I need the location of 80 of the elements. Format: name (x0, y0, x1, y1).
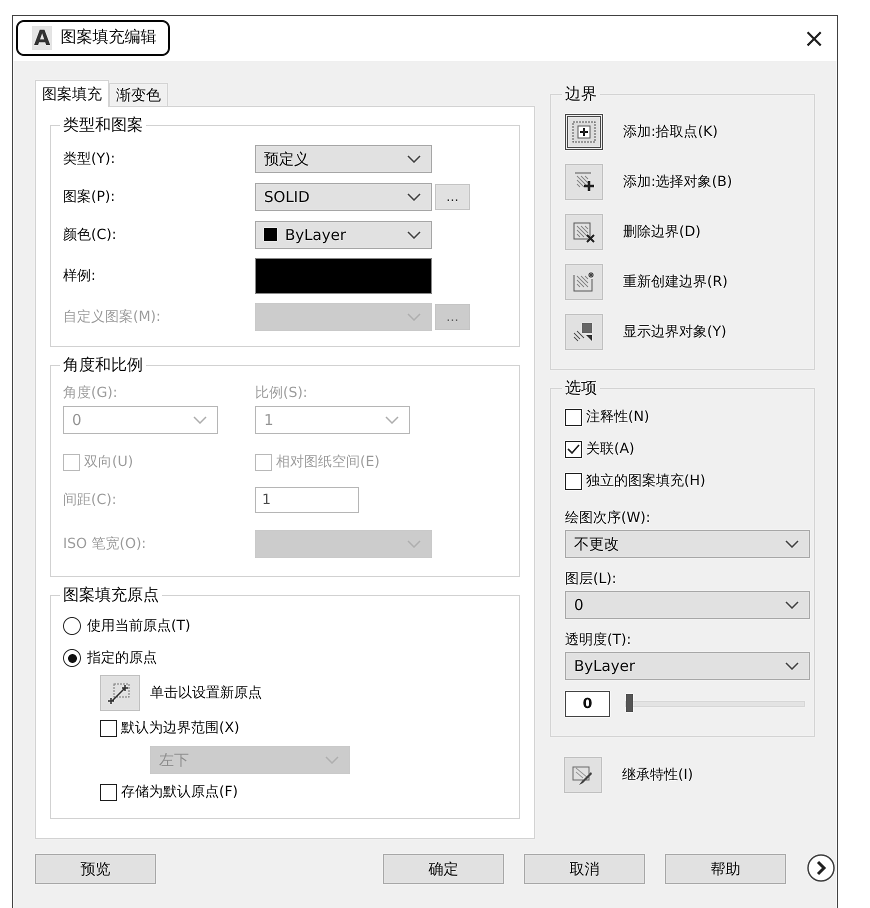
chevron-down-icon (785, 662, 799, 670)
group-title: 类型和图案 (62, 115, 144, 136)
checkbox[interactable] (565, 408, 582, 426)
field-label: 比例(S): (255, 384, 309, 403)
chevron-down-icon (785, 540, 799, 548)
chevron-down-icon (407, 540, 421, 548)
radio-label: 使用当前原点(T) (87, 617, 190, 635)
dialog-button[interactable]: 确定 (383, 854, 504, 884)
app-logo: A (32, 26, 52, 50)
radio-label: 指定的原点 (87, 649, 157, 667)
chevron-down-icon (193, 416, 207, 424)
color-dropdown[interactable]: ByLayer (255, 221, 432, 249)
chevron-down-icon (407, 155, 421, 163)
inherit-button[interactable] (564, 757, 602, 793)
field-label: 绘图次序(W): (565, 509, 652, 528)
chevron-down-icon (385, 416, 399, 424)
button-caption: 显示边界对象(Y) (623, 323, 726, 341)
brush-icon (571, 764, 595, 786)
field-label: 透明度(T): (565, 631, 632, 650)
checkbox[interactable] (100, 784, 117, 800)
checkbox[interactable] (565, 472, 582, 490)
dialog-button[interactable]: 取消 (524, 854, 645, 884)
close-button[interactable]: × (795, 24, 833, 54)
browse-button[interactable]: ... (435, 184, 470, 210)
slider-thumb[interactable] (626, 694, 633, 712)
boundary-tool-button[interactable] (565, 164, 603, 200)
tab[interactable]: 渐变色 (109, 83, 168, 106)
boundary-tool-button[interactable] (565, 214, 603, 250)
chevron-down-icon (407, 231, 421, 239)
checkbox-label: 双向(U) (84, 453, 134, 471)
set-origin-button[interactable] (100, 675, 140, 711)
group-title: 角度和比例 (62, 355, 144, 376)
button-caption: 添加:拾取点(K) (623, 123, 718, 141)
dropdown[interactable]: 预定义 (255, 145, 432, 173)
checkbox-label: 默认为边界范围(X) (121, 719, 240, 737)
group-title: 图案填充原点 (62, 585, 160, 606)
checkbox-label: 注释性(N) (586, 408, 650, 426)
chevron-down-icon (407, 193, 421, 201)
checkbox-label: 存储为默认原点(F) (121, 783, 238, 801)
checkbox[interactable] (565, 440, 582, 458)
field-label: 类型(Y): (63, 150, 116, 168)
checkbox-label: 关联(A) (586, 440, 635, 458)
pick-point-icon (572, 121, 596, 143)
window-title: 图案填充编辑 (60, 27, 156, 48)
field-label: 角度(G): (63, 384, 118, 403)
field-label: ISO 笔宽(O): (63, 535, 148, 554)
hatch-remove-icon (572, 221, 596, 243)
crosshair-icon (108, 682, 132, 704)
input-field[interactable]: 0 (565, 691, 610, 717)
field-label: 样例: (63, 267, 97, 285)
boundary-tool-button[interactable] (565, 114, 603, 150)
checkbox-label: 相对图纸空间(E) (276, 453, 380, 471)
button-caption: 单击以设置新原点 (150, 684, 262, 702)
dropdown[interactable]: 0 (565, 591, 810, 619)
group-title: 选项 (564, 378, 598, 399)
button-caption: 添加:选择对象(B) (623, 173, 732, 191)
field-label: 图案(P): (63, 188, 116, 206)
field-label: 自定义图案(M): (63, 308, 162, 326)
hatch-plus-icon (572, 171, 596, 193)
dropdown[interactable]: SOLID (255, 183, 432, 211)
field-label: 图层(L): (565, 570, 618, 589)
button-caption: 继承特性(I) (622, 766, 694, 784)
field-label: 颜色(C): (63, 226, 118, 244)
tab[interactable]: 图案填充 (35, 80, 109, 107)
radio-button[interactable] (63, 617, 81, 635)
hatch-star-icon (572, 271, 596, 293)
group-title: 边界 (564, 84, 598, 105)
chevron-down-icon (407, 313, 421, 321)
button-caption: 删除边界(D) (623, 223, 701, 241)
field-label: 间距(C): (63, 491, 118, 510)
dropdown[interactable]: 不更改 (565, 530, 810, 558)
checkbox-label: 独立的图案填充(H) (586, 472, 706, 490)
dialog-button[interactable]: 帮助 (665, 854, 786, 884)
dialog-button[interactable]: 预览 (35, 854, 156, 884)
dropdown[interactable]: ByLayer (565, 652, 810, 680)
chevron-down-icon (325, 756, 339, 764)
radio-button[interactable] (63, 649, 81, 667)
button-caption: 重新创建边界(R) (623, 273, 728, 291)
checkbox[interactable] (100, 720, 117, 736)
chevron-down-icon (785, 601, 799, 609)
